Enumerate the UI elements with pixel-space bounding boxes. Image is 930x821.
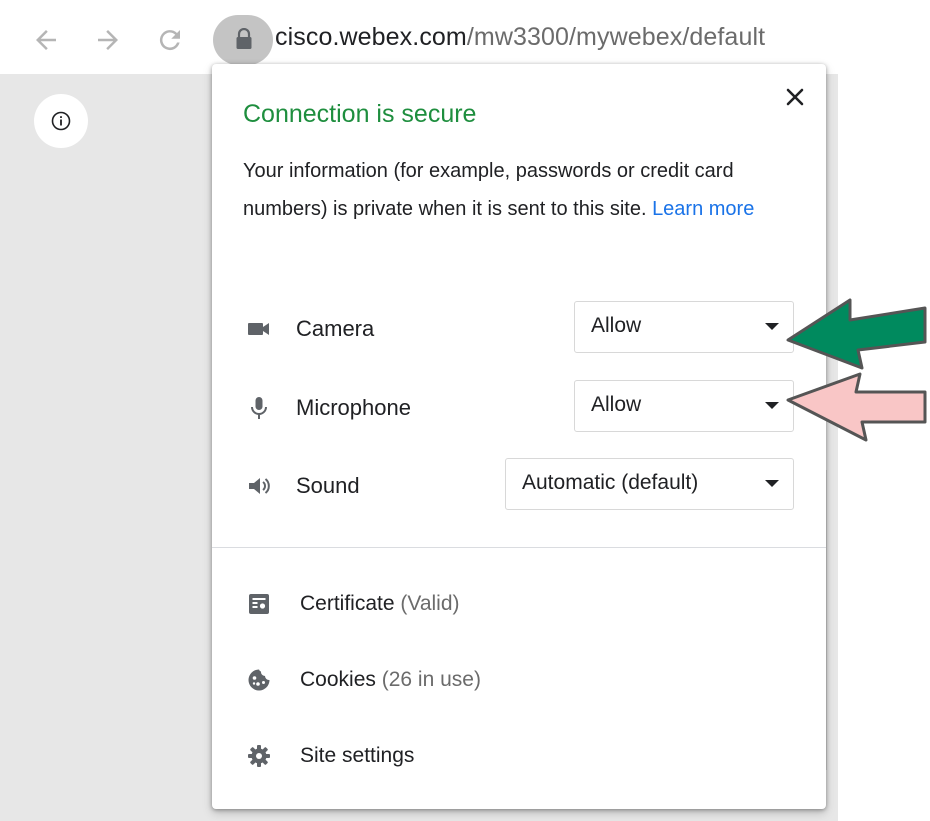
reload-button[interactable] xyxy=(150,20,190,60)
permission-row-sound: Sound Automatic (default) xyxy=(212,458,826,514)
popup-title: Connection is secure xyxy=(243,100,477,128)
permission-row-camera: Camera Allow xyxy=(212,301,826,357)
gear-icon xyxy=(245,742,273,770)
microphone-annotation-arrow xyxy=(786,372,927,442)
chevron-down-icon xyxy=(765,480,779,487)
reload-icon xyxy=(159,30,180,51)
microphone-icon xyxy=(245,394,273,422)
speaker-icon xyxy=(245,472,273,500)
browser-toolbar: cisco.webex.com/mw3300/mywebex/default xyxy=(0,0,930,74)
back-button[interactable] xyxy=(26,20,66,60)
lock-icon xyxy=(236,28,252,49)
forward-arrow-icon xyxy=(98,30,118,50)
cookie-icon xyxy=(245,666,273,694)
camera-permission-select[interactable]: Allow xyxy=(574,301,794,353)
permission-row-microphone: Microphone Allow xyxy=(212,380,826,436)
microphone-permission-value: Allow xyxy=(591,393,642,416)
site-info-button[interactable] xyxy=(213,15,273,65)
site-settings-label: Site settings xyxy=(300,744,414,768)
certificate-link[interactable]: Certificate (Valid) xyxy=(212,580,826,628)
cookies-text: Cookies xyxy=(300,668,376,691)
page-info-button[interactable] xyxy=(34,94,88,148)
cookies-count: (26 in use) xyxy=(381,668,481,691)
site-settings-text: Site settings xyxy=(300,744,415,767)
camera-annotation-arrow xyxy=(786,298,927,370)
back-arrow-icon xyxy=(36,30,56,50)
camera-icon xyxy=(245,315,273,343)
camera-label: Camera xyxy=(296,316,375,341)
certificate-text: Certificate xyxy=(300,592,395,615)
microphone-permission-select[interactable]: Allow xyxy=(574,380,794,432)
learn-more-link[interactable]: Learn more xyxy=(652,198,754,220)
sound-permission-select[interactable]: Automatic (default) xyxy=(505,458,794,510)
forward-button[interactable] xyxy=(88,20,128,60)
green-arrow-shape xyxy=(786,298,927,370)
certificate-icon xyxy=(245,590,273,618)
close-icon xyxy=(786,88,804,106)
microphone-label: Microphone xyxy=(296,395,411,420)
cookies-link[interactable]: Cookies (26 in use) xyxy=(212,656,826,704)
url-path: /mw3300/mywebex/default xyxy=(466,23,766,51)
sound-label: Sound xyxy=(296,473,360,498)
info-icon xyxy=(51,111,71,131)
cookies-label: Cookies (26 in use) xyxy=(300,668,481,692)
camera-permission-value: Allow xyxy=(591,314,642,337)
url-text: cisco.webex.com/mw3300/mywebex/default xyxy=(275,23,765,52)
popup-description: Your information (for example, passwords… xyxy=(243,152,803,228)
chevron-down-icon xyxy=(765,323,779,330)
url-host: cisco.webex.com xyxy=(275,23,467,51)
certificate-status: (Valid) xyxy=(400,592,460,615)
site-settings-link[interactable]: Site settings xyxy=(212,732,826,780)
certificate-label: Certificate (Valid) xyxy=(300,592,460,616)
site-info-popup: Connection is secure Your information (f… xyxy=(212,64,826,809)
chevron-down-icon xyxy=(765,402,779,409)
section-divider xyxy=(212,547,826,548)
page-divider xyxy=(826,470,827,770)
close-button[interactable] xyxy=(780,82,810,112)
pink-arrow-shape xyxy=(786,372,927,442)
sound-permission-value: Automatic (default) xyxy=(522,471,699,494)
address-bar[interactable]: cisco.webex.com/mw3300/mywebex/default xyxy=(213,15,853,65)
page-right-area xyxy=(838,74,930,821)
